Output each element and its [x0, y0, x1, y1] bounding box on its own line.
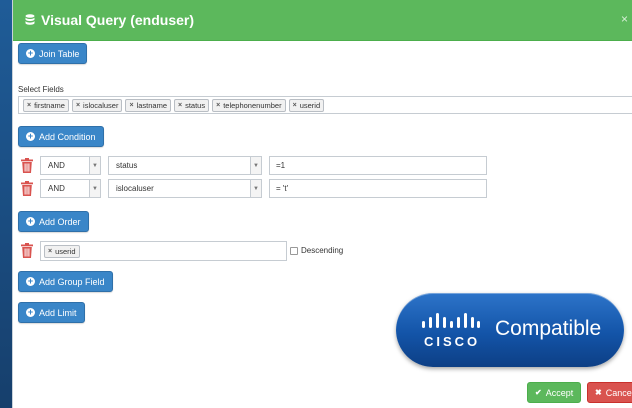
descending-checkbox[interactable]	[290, 246, 298, 255]
modal-header: Visual Query (enduser) ×	[13, 0, 632, 41]
remove-icon[interactable]: ×	[27, 102, 31, 109]
plus-circle-icon: +	[26, 307, 35, 317]
condition-operator-select[interactable]: AND ▼	[40, 179, 101, 198]
remove-icon[interactable]: ×	[178, 102, 182, 109]
add-group-field-button[interactable]: + Add Group Field	[18, 271, 113, 292]
trash-icon[interactable]	[21, 243, 34, 258]
field-tag[interactable]: × status	[174, 98, 210, 112]
remove-icon[interactable]: ×	[293, 102, 297, 109]
accept-button[interactable]: ✔ Accept	[527, 382, 582, 403]
condition-value-input[interactable]: =1	[269, 156, 487, 175]
field-tag[interactable]: × firstname	[23, 98, 69, 112]
add-order-button[interactable]: + Add Order	[18, 211, 89, 232]
field-tag[interactable]: × userid	[288, 98, 325, 112]
descending-label: Descending	[301, 246, 344, 255]
modal-title: Visual Query (enduser)	[41, 12, 195, 28]
remove-icon[interactable]: ×	[48, 248, 52, 255]
add-condition-label: Add Condition	[39, 131, 96, 142]
chevron-down-icon: ▼	[250, 157, 261, 174]
order-tag[interactable]: × userid	[44, 244, 80, 258]
select-fields-input[interactable]: × firstname × islocaluser × lastname × statu…	[18, 96, 632, 114]
add-order-label: Add Order	[39, 216, 81, 227]
database-icon	[25, 14, 35, 25]
cisco-logo-icon	[422, 313, 480, 328]
add-limit-button[interactable]: + Add Limit	[18, 302, 85, 323]
trash-icon[interactable]	[21, 181, 34, 196]
field-tag[interactable]: × islocaluser	[71, 98, 123, 112]
plus-circle-icon: +	[26, 216, 35, 226]
remove-icon[interactable]: ×	[129, 102, 133, 109]
remove-icon[interactable]: ×	[216, 102, 220, 109]
condition-field-select[interactable]: status ▼	[108, 156, 262, 175]
close-button[interactable]: ×	[621, 12, 628, 26]
times-icon: ✖	[595, 388, 602, 397]
chevron-down-icon: ▼	[89, 180, 100, 197]
chevron-down-icon: ▼	[89, 157, 100, 174]
plus-circle-icon: +	[26, 48, 35, 58]
join-table-button[interactable]: + Join Table	[18, 43, 88, 64]
add-limit-label: Add Limit	[39, 307, 77, 318]
descending-option[interactable]: Descending	[290, 246, 343, 255]
order-field-input[interactable]: × userid	[40, 241, 287, 261]
trash-icon[interactable]	[21, 158, 34, 173]
badge-brand: CISCO	[424, 334, 481, 349]
field-tag[interactable]: × telephonenumber	[212, 98, 286, 112]
join-table-label: Join Table	[39, 48, 80, 59]
add-condition-button[interactable]: + Add Condition	[18, 126, 104, 147]
condition-operator-select[interactable]: AND ▼	[40, 156, 101, 175]
select-fields-label: Select Fields	[18, 85, 64, 94]
badge-text: Compatible	[495, 317, 602, 340]
plus-circle-icon: +	[26, 131, 35, 141]
condition-field-select[interactable]: islocaluser ▼	[108, 179, 262, 198]
plus-circle-icon: +	[26, 276, 35, 286]
remove-icon[interactable]: ×	[76, 102, 80, 109]
cancel-button[interactable]: ✖ Cancel	[587, 382, 632, 403]
cisco-compatible-badge: CISCO Compatible	[396, 293, 624, 367]
field-tag[interactable]: × lastname	[125, 98, 171, 112]
add-group-field-label: Add Group Field	[39, 276, 105, 287]
condition-value-input[interactable]: = 't'	[269, 179, 487, 198]
chevron-down-icon: ▼	[250, 180, 261, 197]
check-icon: ✔	[535, 388, 542, 397]
